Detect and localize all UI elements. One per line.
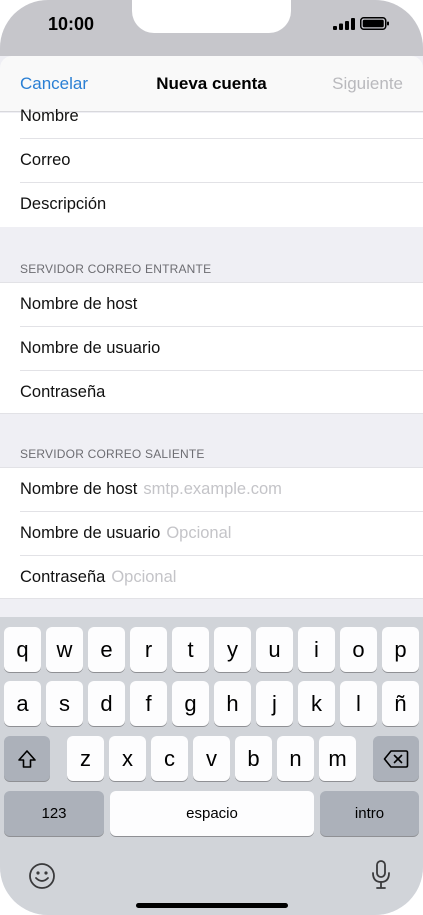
home-indicator — [136, 903, 288, 908]
incoming-server-header: SERVIDOR CORREO ENTRANTE — [20, 262, 212, 276]
key-z[interactable]: z — [67, 736, 104, 781]
outgoing-host-placeholder: smtp.example.com — [143, 480, 282, 498]
key-w[interactable]: w — [46, 627, 83, 672]
key-o[interactable]: o — [340, 627, 377, 672]
outgoing-password-label: Contraseña — [20, 568, 106, 586]
outgoing-username-placeholder: Opcional — [166, 524, 232, 542]
key-c[interactable]: c — [151, 736, 188, 781]
shift-icon — [18, 749, 36, 768]
notch — [132, 0, 291, 33]
key-b[interactable]: b — [235, 736, 272, 781]
incoming-host-field[interactable]: Nombre de host — [0, 283, 423, 327]
emoji-icon[interactable] — [28, 862, 56, 890]
incoming-host-label: Nombre de host — [20, 295, 138, 313]
key-r[interactable]: r — [130, 627, 167, 672]
email-label: Correo — [20, 151, 71, 169]
incoming-username-field[interactable]: Nombre de usuario — [0, 327, 423, 371]
description-label: Descripción — [20, 195, 107, 213]
key-q[interactable]: q — [4, 627, 41, 672]
space-key[interactable]: espacio — [110, 791, 314, 836]
name-label: Nombre — [20, 107, 79, 125]
key-u[interactable]: u — [256, 627, 293, 672]
outgoing-password-text: Contraseña Opcional — [20, 568, 176, 587]
account-info-group: Nombre Correo Descripción — [0, 107, 423, 227]
status-bar: 10:00 — [0, 0, 423, 56]
delete-icon — [383, 749, 409, 768]
outgoing-password-placeholder: Opcional — [111, 568, 177, 586]
status-time: 10:00 — [48, 14, 95, 34]
outgoing-host-text: Nombre de host smtp.example.com — [20, 480, 282, 499]
incoming-server-group: Nombre de host Nombre de usuario Contras… — [0, 282, 423, 414]
battery-icon — [360, 17, 389, 30]
outgoing-server-header: SERVIDOR CORREO SALIENTE — [20, 447, 205, 461]
key-l[interactable]: l — [340, 681, 377, 726]
numbers-key[interactable]: 123 — [4, 791, 104, 836]
name-field[interactable]: Nombre — [0, 95, 423, 139]
incoming-password-field[interactable]: Contraseña — [0, 371, 423, 415]
key-enye[interactable]: ñ — [382, 681, 419, 726]
key-s[interactable]: s — [46, 681, 83, 726]
shift-key[interactable] — [4, 736, 50, 781]
outgoing-username-text: Nombre de usuario Opcional — [20, 524, 231, 543]
outgoing-username-label: Nombre de usuario — [20, 524, 161, 542]
key-x[interactable]: x — [109, 736, 146, 781]
email-field[interactable]: Correo — [0, 139, 423, 183]
incoming-password-label: Contraseña — [20, 383, 106, 401]
key-m[interactable]: m — [319, 736, 356, 781]
key-n[interactable]: n — [277, 736, 314, 781]
key-a[interactable]: a — [4, 681, 41, 726]
microphone-icon[interactable] — [369, 859, 393, 891]
delete-key[interactable] — [373, 736, 419, 781]
key-g[interactable]: g — [172, 681, 209, 726]
key-t[interactable]: t — [172, 627, 209, 672]
signal-icon — [333, 18, 355, 30]
next-button[interactable]: Siguiente — [332, 74, 403, 94]
key-k[interactable]: k — [298, 681, 335, 726]
key-h[interactable]: h — [214, 681, 251, 726]
return-key[interactable]: intro — [320, 791, 419, 836]
key-p[interactable]: p — [382, 627, 419, 672]
key-v[interactable]: v — [193, 736, 230, 781]
key-i[interactable]: i — [298, 627, 335, 672]
keyboard: q w e r t y u i o p a s d f g h j k l ñ … — [0, 617, 423, 915]
outgoing-host-field[interactable]: Nombre de host smtp.example.com — [0, 468, 423, 512]
phone-screen: 10:00 Cancelar Nueva cuenta Siguiente No… — [0, 0, 423, 915]
key-f[interactable]: f — [130, 681, 167, 726]
cancel-button[interactable]: Cancelar — [20, 74, 88, 94]
description-field[interactable]: Descripción — [0, 183, 423, 227]
key-d[interactable]: d — [88, 681, 125, 726]
outgoing-host-label: Nombre de host — [20, 480, 138, 498]
outgoing-password-field[interactable]: Contraseña Opcional — [0, 556, 423, 600]
incoming-username-label: Nombre de usuario — [20, 339, 161, 357]
key-j[interactable]: j — [256, 681, 293, 726]
outgoing-server-group: Nombre de host smtp.example.com Nombre de… — [0, 467, 423, 599]
key-y[interactable]: y — [214, 627, 251, 672]
outgoing-username-field[interactable]: Nombre de usuario Opcional — [0, 512, 423, 556]
key-e[interactable]: e — [88, 627, 125, 672]
